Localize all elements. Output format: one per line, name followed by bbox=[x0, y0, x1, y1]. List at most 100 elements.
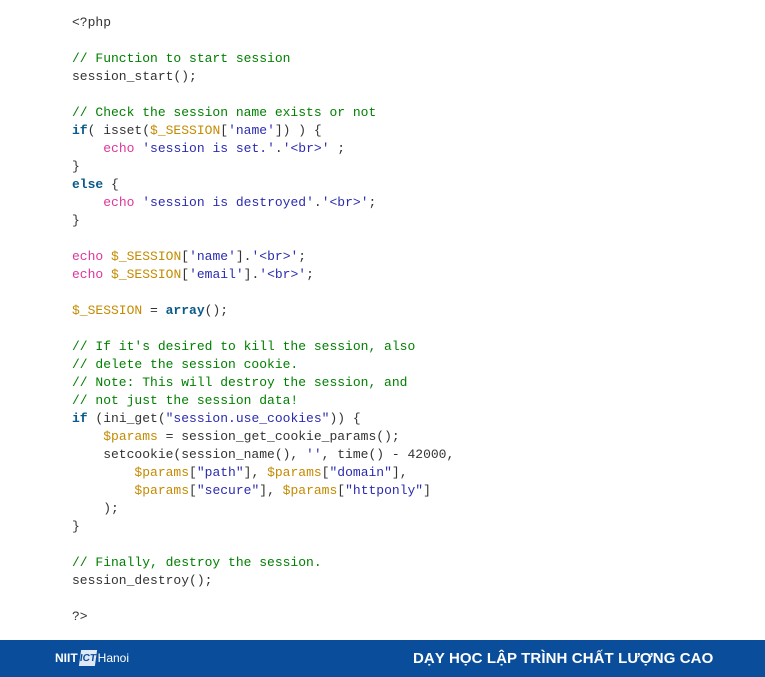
code-line: } bbox=[72, 158, 454, 176]
code-text: ]. bbox=[243, 267, 260, 282]
code-comment: // Function to start session bbox=[72, 51, 291, 66]
code-text: ); bbox=[72, 501, 119, 516]
code-text: ; bbox=[329, 141, 346, 156]
code-text: ; bbox=[298, 249, 307, 264]
code-echo: echo bbox=[103, 141, 135, 156]
footer-tagline: DẠY HỌC LẬP TRÌNH CHẤT LƯỢNG CAO bbox=[413, 650, 714, 667]
code-line: $params = session_get_cookie_params(); bbox=[72, 428, 454, 446]
code-text: ; bbox=[368, 195, 377, 210]
code-line: session_start(); bbox=[72, 68, 454, 86]
code-string: '<br>' bbox=[251, 249, 299, 264]
code-line: // Finally, destroy the session. bbox=[72, 554, 454, 572]
code-echo: echo bbox=[103, 195, 135, 210]
code-text: [ bbox=[181, 267, 190, 282]
code-line: $_SESSION = array(); bbox=[72, 302, 454, 320]
code-line: session_destroy(); bbox=[72, 572, 454, 590]
code-text: ]. bbox=[235, 249, 252, 264]
code-keyword: else bbox=[72, 177, 104, 192]
code-line: $params["path"], $params["domain"], bbox=[72, 464, 454, 482]
code-line: } bbox=[72, 212, 454, 230]
code-variable: $params bbox=[267, 465, 322, 480]
code-text: setcookie(session_name(), bbox=[72, 447, 307, 462]
code-variable: $params bbox=[103, 429, 158, 444]
code-line: else { bbox=[72, 176, 454, 194]
code-text: session_start(); bbox=[72, 69, 197, 84]
code-line: echo $_SESSION['email'].'<br>'; bbox=[72, 266, 454, 284]
code-variable: $params bbox=[134, 483, 190, 498]
code-text: [ bbox=[220, 123, 229, 138]
logo-city: Hanoi bbox=[97, 651, 130, 665]
code-string: 'session is set.' bbox=[142, 141, 275, 156]
code-text: ], bbox=[391, 465, 408, 480]
code-text: , time() - 42000, bbox=[321, 447, 455, 462]
code-string: "domain" bbox=[329, 465, 392, 480]
code-line: ); bbox=[72, 500, 454, 518]
code-line: // not just the session data! bbox=[72, 392, 454, 410]
code-string: '<br>' bbox=[321, 195, 369, 210]
code-variable: $params bbox=[134, 465, 190, 480]
code-string: "secure" bbox=[196, 483, 260, 498]
code-echo: echo bbox=[72, 267, 104, 282]
code-text: } bbox=[72, 159, 80, 174]
code-comment: // If it's desired to kill the session, … bbox=[72, 339, 416, 354]
code-text: (); bbox=[204, 303, 229, 318]
code-variable: $_SESSION bbox=[150, 123, 221, 138]
code-line: } bbox=[72, 518, 454, 536]
code-text: ]) ) { bbox=[274, 123, 322, 138]
code-text: ], bbox=[259, 483, 283, 498]
code-string: 'email' bbox=[189, 267, 244, 282]
code-text: session_destroy(); bbox=[72, 573, 213, 588]
code-string: 'session is destroyed' bbox=[142, 195, 314, 210]
code-echo: echo bbox=[72, 249, 104, 264]
code-line: $params["secure"], $params["httponly"] bbox=[72, 482, 454, 500]
code-string: "session.use_cookies" bbox=[165, 411, 330, 426]
code-string: '' bbox=[306, 447, 322, 462]
code-string: "httponly" bbox=[345, 483, 424, 498]
code-string: 'name' bbox=[189, 249, 236, 264]
code-comment: // Note: This will destroy the session, … bbox=[72, 375, 408, 390]
code-keyword: if bbox=[72, 123, 88, 138]
code-text: } bbox=[72, 519, 80, 534]
code-line: setcookie(session_name(), '', time() - 4… bbox=[72, 446, 454, 464]
code-line: // If it's desired to kill the session, … bbox=[72, 338, 454, 356]
code-variable: $_SESSION bbox=[111, 249, 182, 264]
logo-mark-icon: ICT bbox=[78, 650, 97, 666]
code-line: ?> bbox=[72, 608, 454, 626]
code-text: )) { bbox=[329, 411, 361, 426]
code-text: { bbox=[103, 177, 119, 192]
code-text: ?> bbox=[72, 609, 88, 624]
code-line: echo 'session is set.'.'<br>' ; bbox=[72, 140, 454, 158]
code-keyword: array bbox=[165, 303, 205, 318]
code-text: (ini_get( bbox=[87, 411, 166, 426]
code-line: echo 'session is destroyed'.'<br>'; bbox=[72, 194, 454, 212]
code-text: . bbox=[313, 195, 322, 210]
code-text: [ bbox=[189, 465, 197, 480]
code-text: ], bbox=[243, 465, 268, 480]
code-text: } bbox=[72, 213, 80, 228]
niit-ict-hanoi-logo: NIIT ICT Hanoi bbox=[55, 650, 129, 666]
code-line: <?php bbox=[72, 14, 454, 32]
code-text: = session_get_cookie_params(); bbox=[157, 429, 400, 444]
code-comment: // Check the session name exists or not bbox=[72, 105, 377, 120]
code-line: if( isset($_SESSION['name']) ) { bbox=[72, 122, 454, 140]
code-comment: // Finally, destroy the session. bbox=[72, 555, 322, 570]
code-comment: // delete the session cookie. bbox=[72, 357, 299, 372]
code-variable: $_SESSION bbox=[72, 303, 143, 318]
code-line: // Check the session name exists or not bbox=[72, 104, 454, 122]
code-string: "path" bbox=[196, 465, 244, 480]
code-string: '<br>' bbox=[282, 141, 330, 156]
code-string: 'name' bbox=[228, 123, 275, 138]
code-text: = bbox=[142, 303, 166, 318]
code-text: [ bbox=[337, 483, 346, 498]
